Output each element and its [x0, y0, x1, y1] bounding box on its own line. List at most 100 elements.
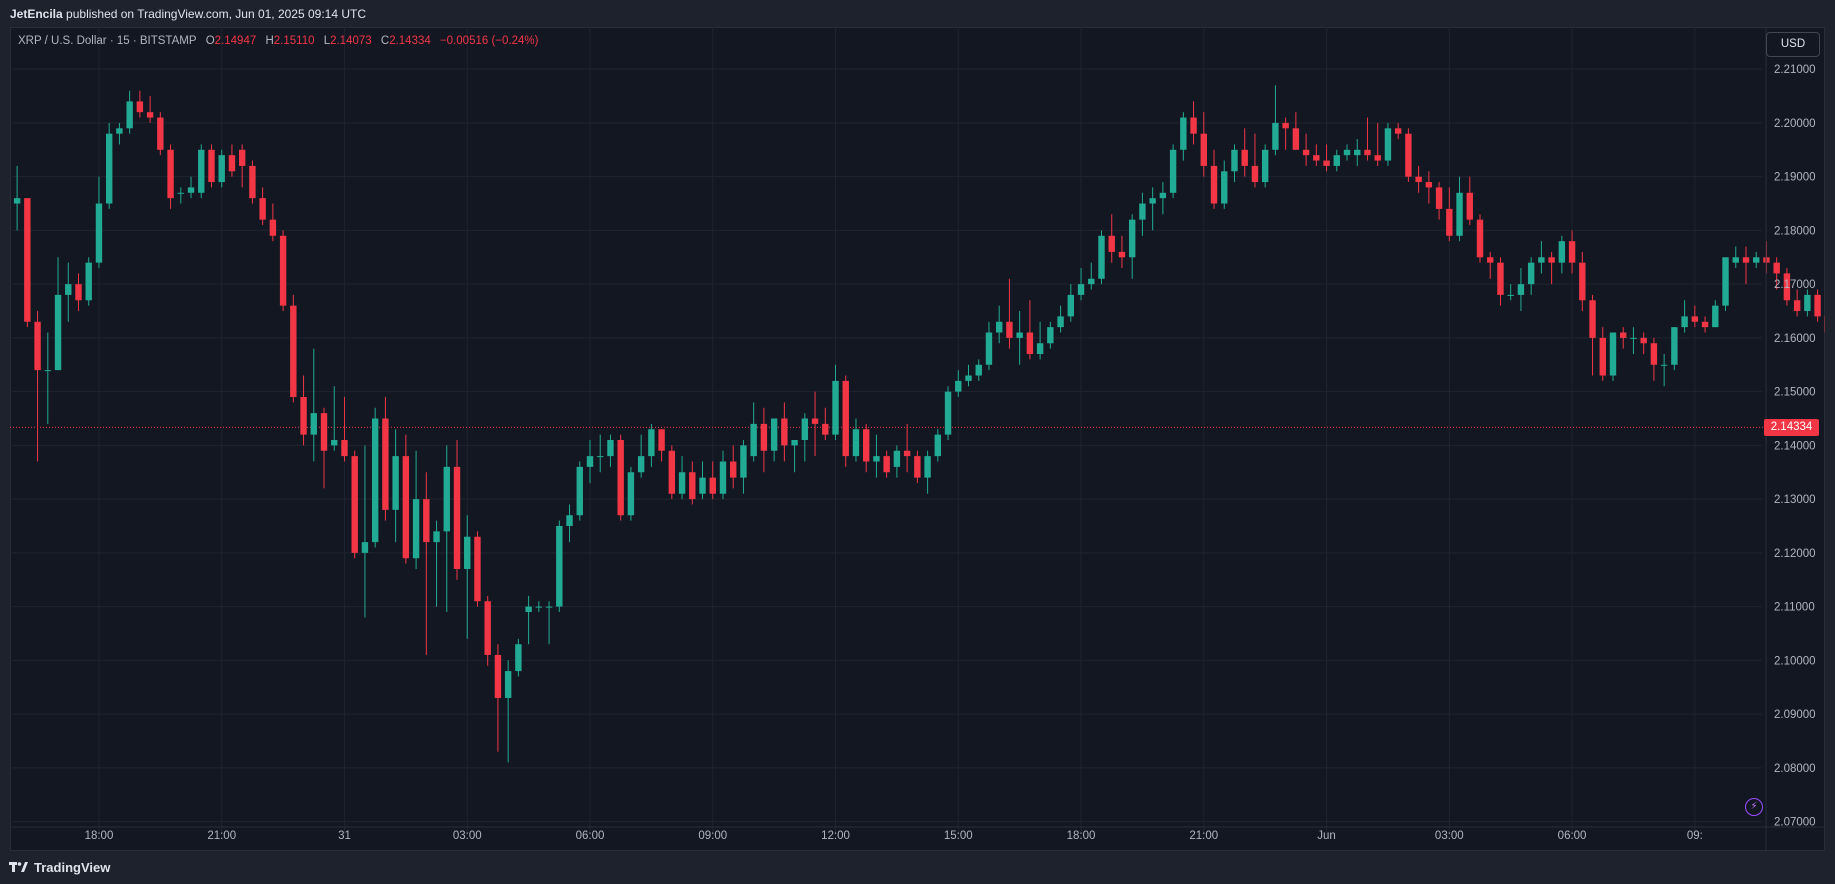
candle-up: [535, 606, 543, 608]
candle-down: [157, 117, 164, 150]
candle-down: [300, 397, 307, 435]
candle-up: [1077, 284, 1085, 295]
candle-down: [1302, 149, 1310, 156]
candle-up: [412, 499, 420, 559]
candle-up: [576, 466, 583, 516]
candle-down: [382, 418, 389, 510]
candlestick-chart[interactable]: 2.070002.080002.090002.100002.110002.120…: [10, 27, 1825, 851]
candle-up: [433, 531, 440, 543]
candle-down: [320, 413, 328, 451]
candle-down: [1691, 316, 1699, 322]
candle-up: [648, 429, 655, 457]
time-tick-label: 31: [338, 830, 351, 842]
candle-down: [34, 321, 41, 371]
candle-down: [730, 461, 737, 478]
candle-down: [1210, 165, 1218, 204]
candle-down: [1466, 192, 1473, 220]
open-label: O: [205, 35, 215, 47]
candle-up: [310, 413, 317, 435]
candle-up: [218, 155, 225, 183]
price-axis[interactable]: 2.070002.080002.090002.100002.110002.120…: [1765, 27, 1816, 851]
tradingview-logo[interactable]: TradingView: [9, 860, 110, 875]
candle-down: [668, 450, 676, 494]
candle-up: [893, 450, 901, 467]
candle-up: [1169, 149, 1177, 193]
candle-up: [1732, 257, 1739, 263]
candle-up: [750, 423, 757, 457]
price-tick-label: 2.16000: [1774, 333, 1816, 345]
symbol-title[interactable]: XRP / U.S. Dollar · 15 · BITSTAMP: [18, 35, 197, 47]
candle-down: [249, 165, 256, 199]
candle-up: [1660, 364, 1668, 366]
candle-down: [1650, 343, 1658, 365]
candle-up: [985, 332, 993, 365]
candle-up: [1067, 294, 1075, 317]
candle-up: [699, 477, 706, 494]
candle-up: [1057, 316, 1064, 328]
candle-down: [290, 305, 297, 398]
close-value: 2.14334: [389, 35, 431, 47]
candle-up: [965, 375, 972, 381]
candles: [13, 85, 1825, 763]
candle-up: [586, 456, 594, 467]
candle-up: [54, 294, 62, 371]
currency-button[interactable]: USD: [1766, 32, 1820, 57]
low-value: 2.14073: [330, 35, 372, 47]
price-tick-label: 2.19000: [1774, 172, 1816, 184]
candle-up: [371, 418, 379, 543]
tradingview-logo-icon: [9, 861, 28, 872]
candle-up: [975, 364, 982, 376]
time-tick-label: 09:: [1687, 830, 1703, 842]
candle-down: [24, 198, 31, 322]
last-price-label: 2.14334: [1764, 418, 1819, 436]
candle-down: [1006, 321, 1013, 338]
time-tick-label: 18:00: [1067, 830, 1096, 842]
candle-up: [1272, 122, 1279, 150]
candle-up: [832, 380, 839, 435]
lightning-icon[interactable]: ⚡: [1745, 798, 1763, 816]
candle-down: [146, 112, 154, 118]
candle-up: [873, 456, 880, 462]
price-tick-label: 2.21000: [1774, 64, 1816, 76]
candle-up: [924, 456, 931, 478]
candle-up: [504, 671, 512, 698]
candle-down: [760, 423, 768, 451]
time-axis[interactable]: 18:00 21:00 31 03:00 06:00 09:00 12:00 15:00 18:…: [10, 826, 1825, 842]
candle-down: [351, 456, 358, 553]
candle-down: [1313, 155, 1320, 161]
candle-down: [689, 472, 696, 500]
candle-down: [1487, 257, 1494, 263]
candle-down: [1405, 133, 1412, 177]
candle-down: [903, 450, 911, 457]
candle-up: [955, 380, 962, 392]
candle-up: [1149, 198, 1156, 204]
candle-down: [1394, 128, 1402, 134]
candle-up: [1517, 284, 1525, 295]
high-label: H: [265, 35, 274, 47]
price-tick-label: 2.15000: [1774, 387, 1816, 399]
candle-down: [1108, 235, 1115, 252]
candle-up: [1333, 155, 1340, 166]
candle-up: [995, 321, 1003, 333]
candle-up: [392, 456, 399, 510]
candle-up: [678, 472, 686, 494]
grid: [10, 27, 1762, 835]
candle-up: [85, 262, 92, 301]
candle-down: [484, 601, 491, 655]
candle-down: [1435, 187, 1443, 209]
price-tick-label: 2.14000: [1774, 440, 1816, 452]
candle-up: [944, 391, 952, 435]
candle-down: [167, 149, 174, 199]
price-tick-label: 2.08000: [1774, 763, 1816, 775]
high-value: 2.15110: [273, 35, 315, 47]
candle-up: [1139, 203, 1146, 220]
candle-up: [1047, 327, 1054, 344]
candle-up: [443, 466, 450, 532]
price-tick-label: 2.13000: [1774, 494, 1816, 506]
author-name[interactable]: JetEncila: [10, 7, 63, 21]
time-tick-label: Jun: [1317, 830, 1336, 842]
candle-down: [1568, 241, 1576, 263]
candle-up: [1384, 128, 1392, 161]
candle-down: [494, 654, 502, 698]
candle-up: [1354, 149, 1361, 156]
